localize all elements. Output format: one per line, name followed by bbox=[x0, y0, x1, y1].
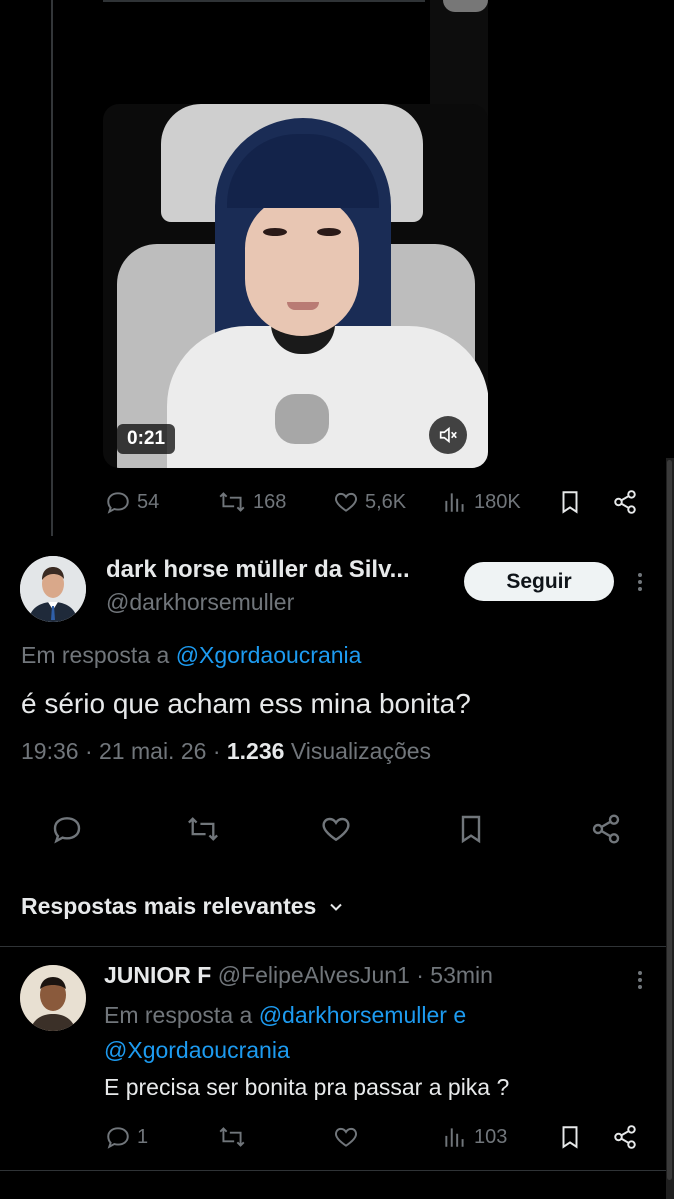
reply-context: Em resposta a @Xgordaoucrania bbox=[21, 642, 361, 669]
bookmark-icon bbox=[461, 815, 481, 844]
tweet-text: é sério que acham ess mina bonita? bbox=[21, 688, 471, 719]
reply-text: E precisa ser bonita pra passar a pika ? bbox=[104, 1074, 510, 1100]
reply-button[interactable]: 54 bbox=[105, 489, 159, 515]
author-handle[interactable]: @darkhorsemuller bbox=[106, 589, 294, 616]
views-icon bbox=[445, 493, 464, 512]
views-button[interactable]: 103 bbox=[442, 1124, 507, 1150]
video-player[interactable]: 0:21 bbox=[103, 104, 488, 468]
previous-media-edge bbox=[103, 0, 425, 14]
reply-icon bbox=[107, 1127, 129, 1149]
reply-mention-link[interactable]: @darkhorsemuller bbox=[259, 1002, 447, 1028]
tweet-meta: 19:36 · 21 mai. 26 · 1.236 Visualizações bbox=[21, 738, 431, 765]
bookmark-button[interactable] bbox=[557, 489, 583, 515]
tweet-time[interactable]: 19:36 bbox=[21, 738, 79, 764]
more-options-icon[interactable] bbox=[637, 968, 643, 992]
heart-icon bbox=[335, 1127, 357, 1147]
scrollbar-thumb[interactable] bbox=[667, 460, 672, 1180]
share-button[interactable] bbox=[612, 1124, 638, 1150]
meta-separator: · bbox=[212, 738, 221, 764]
repost-button[interactable] bbox=[185, 813, 221, 845]
bookmark-icon bbox=[562, 491, 578, 514]
reply-age[interactable]: 53min bbox=[430, 962, 493, 988]
divider bbox=[0, 1170, 666, 1171]
share-icon bbox=[614, 1125, 636, 1149]
tweet-views-label: Visualizações bbox=[290, 738, 432, 764]
repost-button[interactable]: 168 bbox=[217, 489, 286, 515]
repost-icon bbox=[219, 492, 245, 512]
video-frame-eyes bbox=[261, 228, 345, 240]
reply-button[interactable]: 1 bbox=[105, 1124, 148, 1150]
partial-avatar bbox=[443, 0, 488, 12]
repost-button[interactable] bbox=[217, 1124, 247, 1150]
like-count: 5,6K bbox=[365, 490, 407, 513]
avatar[interactable] bbox=[20, 556, 86, 622]
reply-author-name[interactable]: JUNIOR F bbox=[104, 962, 211, 988]
tweet-date[interactable]: 21 mai. 26 bbox=[99, 738, 206, 764]
views-button[interactable]: 180K bbox=[442, 489, 521, 515]
reply-icon bbox=[107, 492, 129, 514]
thread-line bbox=[51, 0, 53, 536]
meta-separator: · bbox=[84, 738, 93, 764]
avatar[interactable] bbox=[20, 965, 86, 1031]
repost-icon bbox=[188, 817, 218, 841]
reply-count: 1 bbox=[137, 1125, 149, 1148]
video-frame-print bbox=[275, 394, 329, 444]
follow-button[interactable]: Seguir bbox=[464, 562, 614, 601]
reply-mention-conj: e bbox=[453, 1002, 467, 1028]
views-count: 103 bbox=[474, 1125, 508, 1148]
volume-muted-icon[interactable] bbox=[429, 416, 467, 454]
reply-header: JUNIOR F @FelipeAlvesJun1 · 53min bbox=[104, 962, 493, 989]
share-button[interactable] bbox=[612, 489, 638, 515]
views-icon bbox=[445, 1128, 464, 1147]
heart-icon bbox=[335, 492, 357, 512]
reply-mention-link[interactable]: @Xgordaoucrania bbox=[176, 642, 362, 668]
replies-sort-label: Respostas mais relevantes bbox=[21, 893, 317, 919]
reply-mention-link[interactable]: @Xgordaoucrania bbox=[104, 1037, 290, 1063]
share-button[interactable] bbox=[590, 813, 622, 845]
more-options-icon[interactable] bbox=[637, 570, 643, 594]
share-icon bbox=[592, 814, 620, 844]
reply-icon bbox=[53, 817, 81, 844]
reply-context-prefix: Em resposta a bbox=[21, 642, 170, 668]
video-frame-face bbox=[245, 196, 359, 336]
reply-context-prefix: Em resposta a bbox=[104, 1002, 253, 1028]
heart-icon bbox=[322, 817, 350, 842]
reply-separator: · bbox=[416, 962, 424, 988]
like-button[interactable] bbox=[333, 1124, 359, 1150]
views-count: 180K bbox=[474, 490, 521, 513]
share-icon bbox=[614, 490, 636, 514]
replies-sort-dropdown[interactable]: Respostas mais relevantes bbox=[21, 893, 346, 920]
like-button[interactable] bbox=[320, 813, 352, 845]
like-button[interactable]: 5,6K bbox=[333, 489, 406, 515]
reply-author-handle[interactable]: @FelipeAlvesJun1 bbox=[218, 962, 410, 988]
video-frame-mouth bbox=[287, 302, 319, 310]
author-name[interactable]: dark horse müller da Silv... bbox=[106, 556, 410, 584]
bookmark-icon bbox=[562, 1126, 578, 1149]
bookmark-button[interactable] bbox=[455, 813, 487, 845]
divider bbox=[0, 946, 666, 947]
chevron-down-icon bbox=[330, 903, 343, 911]
repost-count: 168 bbox=[253, 490, 287, 513]
reply-context: Em resposta a @darkhorsemuller e @Xgorda… bbox=[104, 998, 564, 1068]
bookmark-button[interactable] bbox=[557, 1124, 583, 1150]
reply-button[interactable] bbox=[51, 813, 83, 845]
repost-icon bbox=[219, 1127, 245, 1147]
tweet-views-count: 1.236 bbox=[226, 738, 285, 764]
video-timer: 0:21 bbox=[117, 424, 176, 454]
reply-count: 54 bbox=[137, 490, 160, 513]
